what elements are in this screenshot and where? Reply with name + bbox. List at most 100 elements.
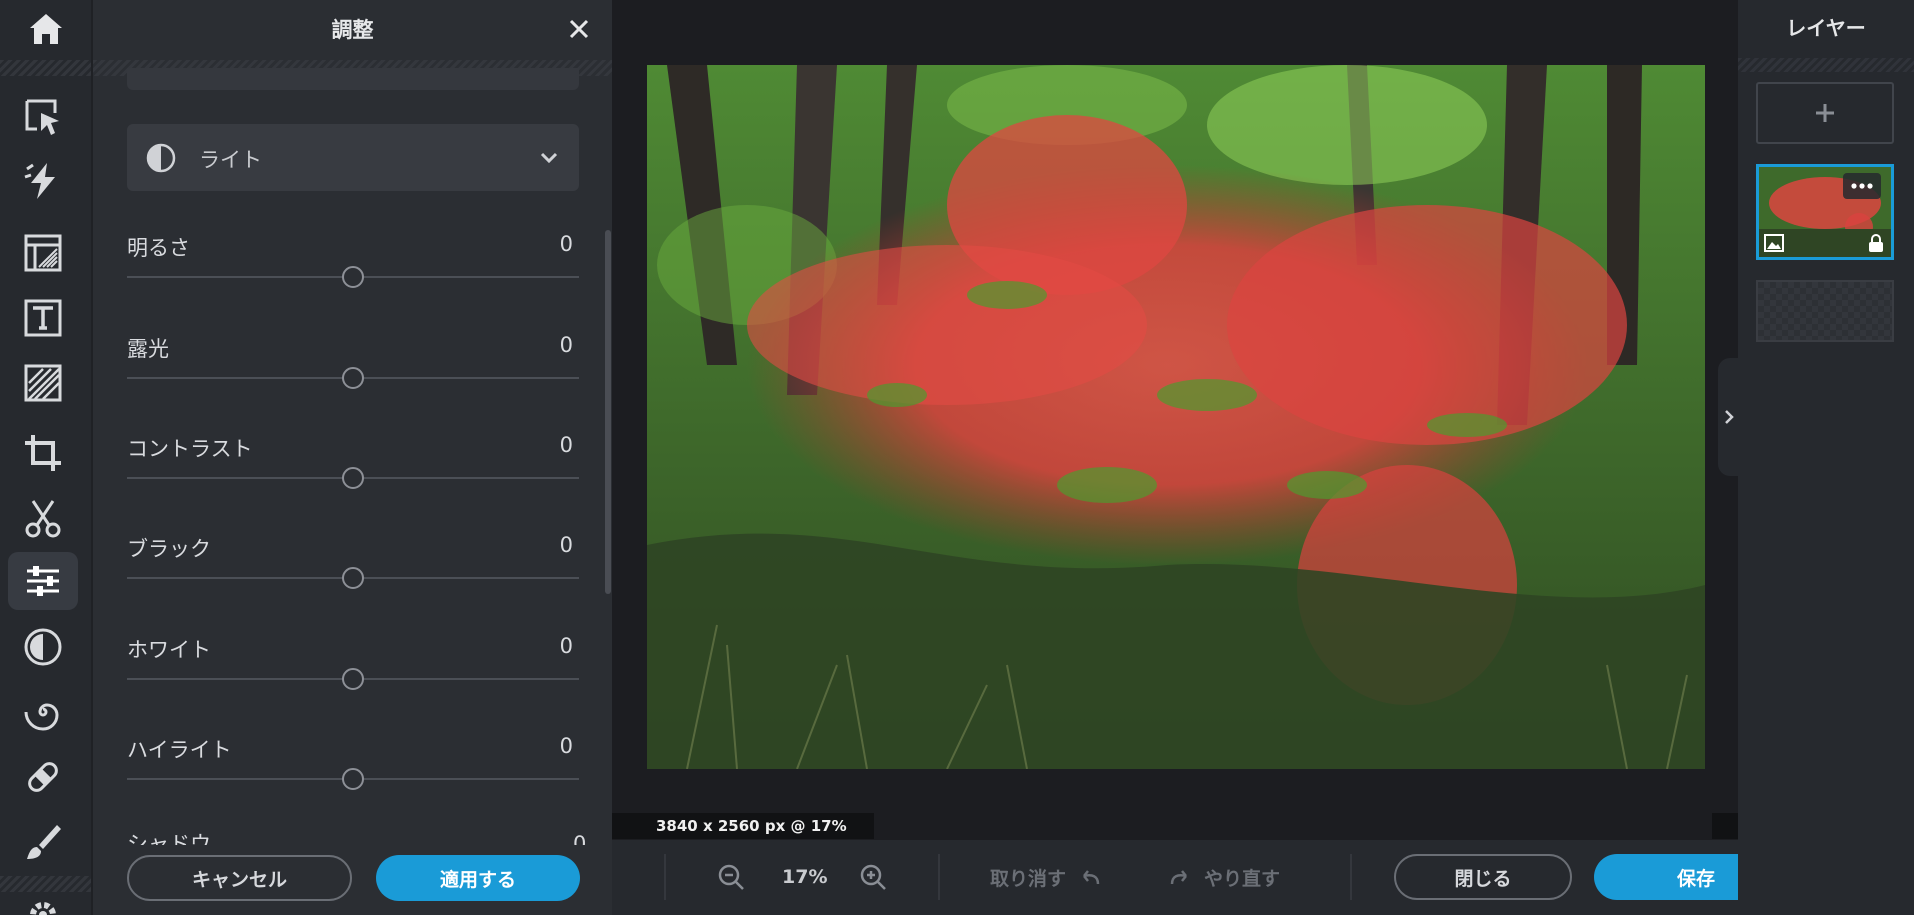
retouch-tool[interactable]	[8, 748, 78, 806]
arrange-icon	[25, 99, 59, 135]
settings-tool[interactable]	[8, 893, 78, 915]
layers-panel: レイヤー	[1738, 0, 1914, 915]
adjust-mode-label: ライト	[199, 148, 262, 172]
toolbar-divider	[664, 854, 666, 900]
toolbar-divider	[1350, 854, 1352, 900]
slider-value: 0	[559, 433, 573, 457]
filters-tool[interactable]	[8, 618, 78, 676]
rail-hatch-top	[0, 60, 91, 76]
apply-button[interactable]: 適用する	[376, 855, 580, 901]
quick-fix-tool[interactable]	[8, 152, 78, 210]
close-icon	[569, 19, 589, 39]
undo-button[interactable]: 取り消す	[990, 864, 1102, 891]
layers-collapse-toggle[interactable]	[1718, 358, 1740, 476]
image-layer-icon	[1764, 234, 1784, 252]
slider-exposure: 露光 0	[127, 333, 579, 413]
slider-label: ハイライト	[127, 738, 232, 762]
chevron-right-icon	[1725, 410, 1734, 424]
slider-label: ホワイト	[127, 638, 211, 662]
home-button[interactable]	[0, 0, 91, 58]
slider-brightness: 明るさ 0	[127, 232, 579, 312]
tool-rail	[0, 0, 91, 915]
adjust-tool[interactable]	[8, 552, 78, 610]
effects-icon	[24, 703, 59, 731]
rail-hatch-bottom	[0, 876, 91, 892]
slider-label: 明るさ	[127, 236, 190, 260]
adjust-panel: 調整 ライト 明るさ 0 露光 0 コントラスト 0 ブラック 0 ホワイト 0…	[93, 0, 612, 915]
slider-value: 0	[559, 232, 573, 256]
layers-hatch	[1738, 58, 1914, 72]
home-icon	[29, 14, 62, 44]
layer-photo[interactable]	[1756, 164, 1894, 260]
pattern-icon	[24, 364, 62, 402]
draw-icon	[27, 825, 61, 859]
draw-tool[interactable]	[8, 812, 78, 870]
close-button[interactable]: 閉じる	[1394, 854, 1572, 900]
info-corner	[1712, 813, 1738, 839]
redo-icon	[1170, 869, 1187, 884]
bottom-toolbar: 17% 取り消す やり直す 閉じる 保存	[612, 840, 1798, 915]
add-layer-button[interactable]	[1756, 82, 1894, 144]
half-circle-contrast-icon	[146, 143, 176, 173]
settings-icon	[30, 902, 56, 915]
slider-highlights: ハイライト 0	[127, 734, 579, 814]
adjust-icon	[27, 566, 59, 596]
slider-label: 露光	[127, 337, 169, 361]
slider-label-cut-off: シャドウ	[127, 833, 211, 845]
redo-button[interactable]: やり直す	[1168, 864, 1280, 891]
close-panel-button[interactable]	[564, 14, 594, 44]
slider-handle[interactable]	[342, 467, 364, 489]
slider-handle[interactable]	[342, 367, 364, 389]
slider-label: コントラスト	[127, 437, 253, 461]
slider-whites: ホワイト 0	[127, 634, 579, 714]
zoom-level: 17%	[782, 866, 828, 888]
slider-handle[interactable]	[342, 768, 364, 790]
slider-value: 0	[559, 634, 573, 658]
slider-value: 0	[559, 333, 573, 357]
plus-icon	[1816, 104, 1834, 122]
zoom-out-icon[interactable]	[716, 862, 746, 892]
cancel-button[interactable]: キャンセル	[127, 855, 352, 901]
slider-handle[interactable]	[342, 567, 364, 589]
crop-icon	[25, 435, 61, 471]
photo-image	[647, 65, 1705, 769]
slider-value: 0	[559, 533, 573, 557]
undo-icon	[1083, 869, 1100, 884]
slider-handle[interactable]	[342, 668, 364, 690]
canvas-area: 3840 x 2560 px @ 17%	[612, 0, 1738, 840]
previous-section-stub	[127, 68, 579, 90]
slider-handle[interactable]	[342, 266, 364, 288]
cutout-icon	[25, 500, 61, 538]
filters-icon	[24, 628, 62, 666]
slider-value-cut-off: 0	[573, 833, 587, 845]
templates-tool[interactable]	[8, 224, 78, 282]
canvas-size-info: 3840 x 2560 px @ 17%	[612, 813, 874, 839]
toolbar-divider	[938, 854, 940, 900]
crop-tool[interactable]	[8, 424, 78, 482]
slider-contrast: コントラスト 0	[127, 433, 579, 513]
slider-label: ブラック	[127, 537, 211, 561]
undo-label: 取り消す	[990, 868, 1067, 890]
cutout-tool[interactable]	[8, 490, 78, 548]
slider-blacks: ブラック 0	[127, 533, 579, 613]
effects-tool[interactable]	[8, 683, 78, 741]
text-tool[interactable]	[8, 289, 78, 347]
redo-label: やり直す	[1204, 868, 1281, 890]
adjust-mode-dropdown[interactable]: ライト	[127, 124, 579, 191]
templates-icon	[24, 234, 62, 272]
layers-title: レイヤー	[1786, 16, 1866, 40]
photo-canvas[interactable]	[647, 65, 1705, 769]
zoom-in-icon[interactable]	[858, 862, 888, 892]
lock-icon[interactable]	[1867, 233, 1885, 253]
chevron-down-icon	[540, 152, 558, 164]
pattern-tool[interactable]	[8, 354, 78, 412]
quick-fix-icon	[24, 163, 55, 199]
retouch-icon	[28, 762, 58, 792]
panel-title: 調整	[331, 18, 374, 42]
layer-transparent[interactable]	[1756, 280, 1894, 342]
panel-footer: キャンセル 適用する	[93, 845, 612, 915]
slider-value: 0	[559, 734, 573, 758]
text-icon	[24, 299, 62, 337]
arrange-tool[interactable]	[8, 88, 78, 146]
panel-scrollbar[interactable]	[605, 230, 611, 594]
